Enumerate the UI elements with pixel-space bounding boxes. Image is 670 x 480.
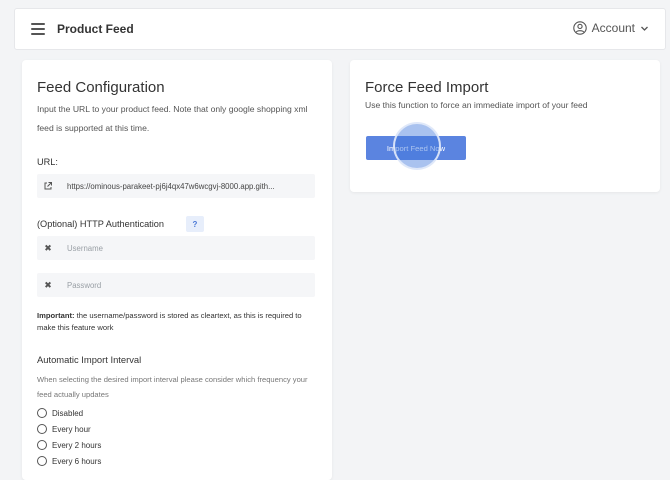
interval-option-label: Disabled: [52, 408, 84, 418]
interval-title: Automatic Import Interval: [37, 354, 142, 365]
user-circle-icon: [572, 21, 587, 35]
feed-configuration-title: Feed Configuration: [37, 79, 165, 96]
close-icon: ✖: [44, 279, 52, 290]
external-link-icon: [37, 174, 59, 198]
important-note: Important: the username/password is stor…: [37, 310, 317, 334]
important-label: Important:: [37, 311, 75, 320]
interval-option-every-hour[interactable]: Every hour: [37, 424, 91, 434]
import-feed-now-button[interactable]: Import Feed Now: [366, 136, 466, 160]
interval-option-every-2-hours[interactable]: Every 2 hours: [37, 440, 101, 450]
interval-option-label: Every 6 hours: [52, 456, 102, 466]
top-bar: Product Feed Account: [14, 8, 666, 50]
url-label: URL:: [37, 157, 58, 167]
radio-icon[interactable]: [37, 424, 47, 434]
force-feed-import-description: Use this function to force an immediate …: [365, 100, 588, 110]
radio-icon[interactable]: [37, 440, 47, 450]
important-text: the username/password is stored as clear…: [37, 311, 302, 332]
url-input[interactable]: https://ominous-parakeet-pj6j4qx47w6wcgv…: [37, 174, 315, 198]
page-title: Product Feed: [57, 22, 134, 36]
radio-icon[interactable]: [37, 456, 47, 466]
http-auth-label: (Optional) HTTP Authentication: [37, 219, 164, 229]
username-input[interactable]: ✖ Username: [37, 236, 315, 260]
help-badge[interactable]: ?: [186, 216, 204, 232]
interval-description: When selecting the desired import interv…: [37, 375, 308, 399]
password-placeholder: Password: [67, 280, 102, 290]
feed-configuration-description: Input the URL to your product feed. Note…: [37, 104, 308, 133]
account-menu[interactable]: Account: [572, 21, 649, 35]
interval-option-label: Every hour: [52, 424, 91, 434]
interval-option-disabled[interactable]: Disabled: [37, 408, 83, 418]
close-icon: ✖: [44, 242, 52, 253]
url-value: https://ominous-parakeet-pj6j4qx47w6wcgv…: [67, 181, 275, 191]
interval-option-every-6-hours[interactable]: Every 6 hours: [37, 456, 101, 466]
force-feed-import-card: Force Feed Import Use this function to f…: [350, 60, 660, 192]
interval-option-label: Every 2 hours: [52, 440, 102, 450]
account-label: Account: [591, 21, 635, 35]
hamburger-icon[interactable]: [31, 23, 45, 35]
password-input[interactable]: ✖ Password: [37, 273, 315, 297]
username-placeholder: Username: [67, 243, 103, 253]
force-feed-import-title: Force Feed Import: [365, 79, 489, 96]
radio-icon[interactable]: [37, 408, 47, 418]
chevron-down-icon: [640, 24, 649, 33]
